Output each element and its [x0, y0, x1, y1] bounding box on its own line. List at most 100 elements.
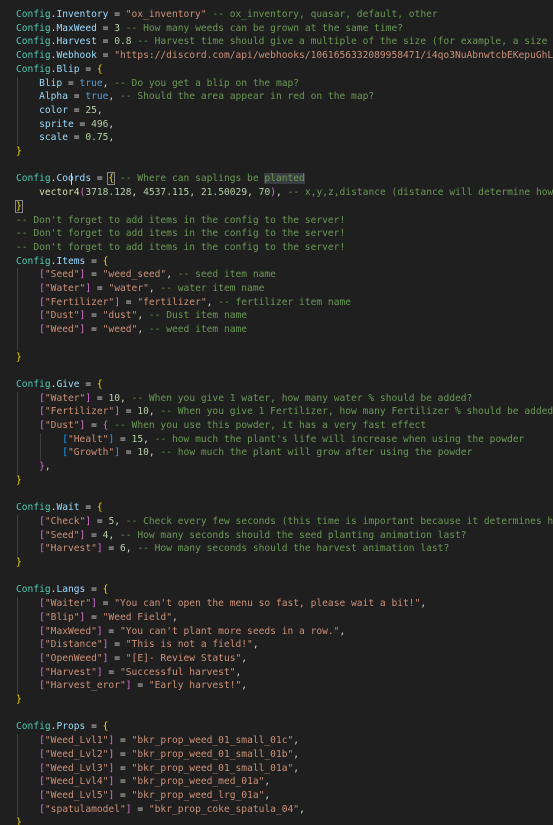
code-token: "bkr_prop_weed_01_small_01a"	[131, 762, 294, 774]
code-line[interactable]: }	[0, 145, 553, 159]
code-line[interactable]: }	[0, 474, 553, 488]
code-token: scale	[39, 132, 68, 144]
code-line[interactable]: color = 25,	[0, 104, 553, 118]
code-token: Config	[16, 36, 51, 48]
code-line[interactable]: Config.Webhook = "https://discord.com/ap…	[0, 49, 553, 63]
code-line[interactable]: Config.Wait = {	[0, 501, 553, 515]
code-line[interactable]: }	[0, 816, 553, 825]
code-line[interactable]: ["Seed"] = "weed_seed", -- seed item nam…	[0, 268, 553, 282]
code-line[interactable]	[0, 707, 553, 721]
code-token: ,	[125, 543, 138, 555]
code-token: =	[96, 50, 115, 62]
code-token: ,	[241, 680, 248, 692]
code-line[interactable]	[0, 159, 553, 173]
code-line[interactable]: ["Harvest_eror"] = "Early harvest!",	[0, 679, 553, 693]
code-token: =	[62, 77, 80, 89]
code-line[interactable]: ["Weed_Lvl1"] = "bkr_prop_weed_01_small_…	[0, 734, 553, 748]
code-token: ,	[137, 324, 149, 336]
code-line[interactable]: ["Check"] = 5, -- Check every few second…	[0, 515, 553, 529]
code-token: "Harvest"	[44, 666, 97, 678]
code-line[interactable]: -- Don't forget to add items in the conf…	[0, 227, 553, 241]
code-editor[interactable]: Config.Inventory = "ox_inventory" -- ox_…	[0, 0, 553, 825]
code-line[interactable]: Config.Give = {	[0, 378, 553, 392]
code-token: "You can't open the menu so fast, please…	[114, 598, 421, 610]
code-line[interactable]	[0, 364, 553, 378]
code-line[interactable]: -- Don't forget to add items in the conf…	[0, 214, 553, 228]
code-line[interactable]: ["Weed_Lvl4"] = "bkr_prop_weed_med_01a",	[0, 775, 553, 789]
code-token: }	[16, 146, 22, 157]
code-line[interactable]: Alpha = true, -- Should the area appear …	[0, 90, 553, 104]
code-line[interactable]	[0, 488, 553, 502]
code-token: "Weed_Lvl1"	[44, 735, 109, 747]
code-line[interactable]: ["Weed"] = "weed", -- weed item name	[0, 323, 553, 337]
code-line[interactable]: }	[0, 693, 553, 707]
code-token: ,	[293, 762, 300, 774]
code-line[interactable]: Config.MaxWeed = 3 -- How many weeds can…	[0, 22, 553, 36]
code-line[interactable]: }	[0, 556, 553, 570]
code-token: -- When you use this powder, it has a ve…	[108, 420, 427, 431]
code-line[interactable]: vector4(3718.128, 4537.115, 21.50029, 70…	[0, 186, 553, 200]
code-line[interactable]: Config.Coords = { -- Where can saplings …	[0, 172, 553, 186]
indent-guide	[17, 268, 18, 351]
code-line[interactable]: scale = 0.75,	[0, 131, 553, 145]
code-line[interactable]: sprite = 496,	[0, 118, 553, 132]
code-line[interactable]: ["Distance"] = "This is not a field!",	[0, 638, 553, 652]
code-line[interactable]: ["Weed_Lvl5"] = "bkr_prop_weed_lrg_01a",	[0, 789, 553, 803]
code-line[interactable]: ["Water"] = 10, -- When you give 1 water…	[0, 392, 553, 406]
code-line[interactable]: ["Harvest"] = "Successful harvest",	[0, 666, 553, 680]
code-token: -- water item name	[160, 283, 265, 294]
code-token: =	[79, 502, 97, 514]
code-line[interactable]: ["Waiter"] = "You can't open the menu so…	[0, 597, 553, 611]
code-line[interactable]: ["Weed_Lvl2"] = "bkr_prop_weed_01_small_…	[0, 748, 553, 762]
code-token: ,	[120, 392, 132, 404]
code-line[interactable]: }	[0, 199, 553, 214]
code-line[interactable]: ["Dust"] = "dust", -- Dust item name	[0, 309, 553, 323]
code-line[interactable]: ["Water"] = "water", -- water item name	[0, 282, 553, 296]
code-token: {	[96, 502, 103, 514]
code-line[interactable]: }	[0, 351, 553, 365]
code-line[interactable]	[0, 337, 553, 351]
code-line[interactable]: Config.Items = {	[0, 255, 553, 269]
code-line[interactable]: ["Blip"] = "Weed Field",	[0, 611, 553, 625]
code-token: -- x,y,z,distance (distance will determi…	[287, 187, 553, 199]
code-line[interactable]: Config.Langs = {	[0, 583, 553, 597]
code-line[interactable]: Config.Blip = {	[0, 63, 553, 77]
code-token: ,	[206, 296, 219, 308]
code-line[interactable]: Blip = true, -- Do you get a blip on the…	[0, 77, 553, 91]
code-line[interactable]: Config.Inventory = "ox_inventory" -- ox_…	[0, 8, 553, 22]
code-line[interactable]: ["Fertilizer"] = 10, -- When you give 1 …	[0, 405, 553, 419]
code-line[interactable]: ["OpenWeed"] = "[E]- Review Status",	[0, 652, 553, 666]
code-token: =	[85, 310, 103, 322]
code-line[interactable]: Config.Props = {	[0, 720, 553, 734]
code-token: {	[102, 584, 109, 596]
code-token: -- Don't forget to add items in the conf…	[16, 214, 346, 226]
code-token: =	[68, 104, 86, 116]
code-line[interactable]	[0, 570, 553, 584]
code-token: "Fertilizer"	[44, 406, 115, 418]
code-line[interactable]: ["Healt"] = 15, -- how much the plant's …	[0, 433, 553, 447]
code-token: -- Harvest time should give a multiple o…	[131, 36, 553, 48]
code-line[interactable]: },	[0, 460, 553, 474]
code-line[interactable]: ["Seed"] = 4, -- How many seconds should…	[0, 529, 553, 543]
code-token: 10	[137, 406, 149, 418]
code-token: 0.75	[85, 132, 109, 144]
code-token: ,	[143, 433, 155, 445]
indent-guide	[17, 76, 18, 145]
code-token: 21.50029	[200, 187, 248, 199]
code-line[interactable]: ["Harvest"] = 6, -- How many seconds sho…	[0, 542, 553, 556]
code-line[interactable]: -- Don't forget to add items in the conf…	[0, 241, 553, 255]
code-token: =	[102, 625, 120, 637]
code-line[interactable]: ["Fertilizer"] = "fertilizer", -- fertil…	[0, 296, 553, 310]
code-line[interactable]: ["Weed_Lvl3"] = "bkr_prop_weed_01_small_…	[0, 762, 553, 776]
code-line[interactable]: Config.Harvest = 0.8 -- Harvest time sho…	[0, 35, 553, 49]
code-token: =	[119, 406, 138, 418]
code-line[interactable]: ["Growth"] = 10, -- how much the plant w…	[0, 446, 553, 460]
code-line[interactable]: ["MaxWeed"] = "You can't plant more seed…	[0, 625, 553, 639]
code-line[interactable]: ["spatulamodel"] = "bkr_prop_coke_spatul…	[0, 803, 553, 817]
code-line[interactable]: ["Dust"] = { -- When you use this powder…	[0, 419, 553, 433]
code-token: 4537.115	[143, 187, 190, 199]
code-token: -- Don't forget to add items in the conf…	[16, 228, 346, 240]
